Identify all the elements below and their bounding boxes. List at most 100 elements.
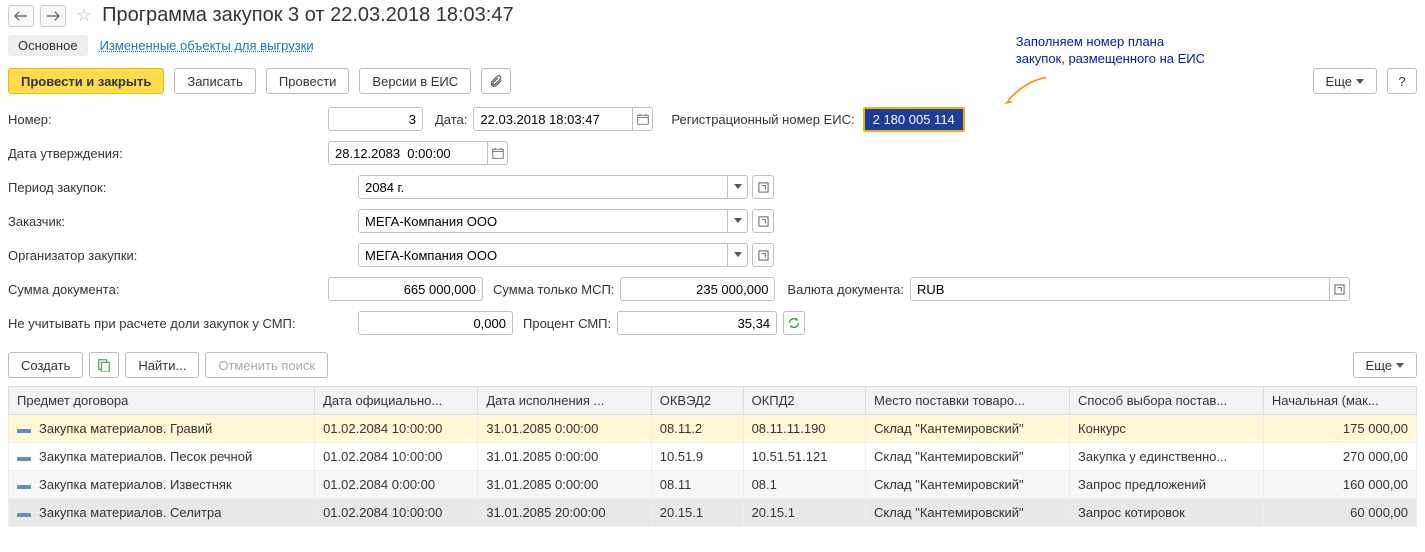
cell-date-exec: 31.01.2085 0:00:00 [478,471,651,499]
cell-date-official: 01.02.2084 10:00:00 [315,415,478,443]
smp-percent-input[interactable] [617,311,777,335]
table-row[interactable]: Закупка материалов. Песок речной01.02.20… [9,443,1417,471]
th-initial-price[interactable]: Начальная (мак... [1263,387,1416,415]
cell-date-exec: 31.01.2085 0:00:00 [478,415,651,443]
table-row[interactable]: Закупка материалов. Известняк 01.02.2084 … [9,471,1417,499]
calendar-icon [492,147,504,159]
date-calendar-button[interactable] [633,107,653,131]
cell-price: 175 000,00 [1263,415,1416,443]
reg-eis-value[interactable]: 2 180 005 114 [863,107,965,132]
organizer-open-button[interactable] [752,243,774,267]
cell-method: Конкурс [1070,415,1264,443]
arrow-right-icon [46,10,60,22]
th-subject[interactable]: Предмет договора [9,387,315,415]
period-input[interactable] [358,175,728,199]
doc-sum-input[interactable] [328,277,483,301]
cell-date-official: 01.02.2084 10:00:00 [315,443,478,471]
tab-changed-objects[interactable]: Измененные объекты для выгрузки [100,38,314,53]
currency-open-button[interactable] [1330,277,1350,301]
th-okved2[interactable]: ОКВЭД2 [651,387,743,415]
row-bullet-icon [17,457,31,461]
smp-exclude-label: Не учитывать при расчете доли закупок у … [8,316,358,331]
chevron-down-icon [734,252,742,258]
back-button[interactable] [8,5,34,27]
table-row[interactable]: Закупка материалов. Гравий 01.02.2084 10:… [9,415,1417,443]
customer-dropdown-button[interactable] [728,209,748,233]
date-input[interactable] [473,107,633,131]
customer-open-button[interactable] [752,209,774,233]
number-label: Номер: [8,112,328,127]
post-button[interactable]: Провести [266,68,350,94]
organizer-label: Организатор закупки: [8,248,358,263]
cell-place: Склад "Кантемировский" [865,471,1069,499]
customer-label: Заказчик: [8,214,358,229]
row-bullet-icon [17,513,31,517]
period-label: Период закупок: [8,180,358,195]
cell-price: 160 000,00 [1263,471,1416,499]
cancel-search-button: Отменить поиск [205,352,328,378]
cell-subject: Закупка материалов. Селитра [39,505,221,520]
open-icon [758,182,769,193]
row-bullet-icon [17,485,31,489]
save-button[interactable]: Записать [174,68,256,94]
smp-refresh-button[interactable] [783,311,805,335]
period-dropdown-button[interactable] [728,175,748,199]
calendar-icon [637,113,649,125]
create-button[interactable]: Создать [8,352,83,378]
organizer-input[interactable] [358,243,728,267]
th-place[interactable]: Место поставки товаро... [865,387,1069,415]
cell-place: Склад "Кантемировский" [865,415,1069,443]
cell-subject: Закупка материалов. Известняк [39,477,232,492]
favorite-icon[interactable]: ☆ [76,5,92,26]
period-open-button[interactable] [752,175,774,199]
toolbar-more-button[interactable]: Еще [1313,68,1377,94]
cell-okpd2: 08.11.11.190 [743,415,865,443]
th-date-exec[interactable]: Дата исполнения ... [478,387,651,415]
copy-icon [97,358,111,372]
post-and-close-button[interactable]: Провести и закрыть [8,68,164,94]
tab-main[interactable]: Основное [8,35,88,56]
cell-method: Запрос котировок [1070,499,1264,527]
help-button[interactable]: ? [1387,68,1417,94]
purchases-table: Предмет договора Дата официально... Дата… [8,386,1417,527]
cell-place: Склад "Кантемировский" [865,499,1069,527]
versions-eis-button[interactable]: Версии в ЕИС [359,68,471,94]
table-row[interactable]: Закупка материалов. Селитра 01.02.2084 10… [9,499,1417,527]
date-label: Дата: [435,112,467,127]
approval-date-calendar-button[interactable] [488,141,508,165]
number-input[interactable] [328,107,423,131]
forward-button[interactable] [40,5,66,27]
cell-okved2: 08.11 [651,471,743,499]
cell-price: 60 000,00 [1263,499,1416,527]
open-icon [1334,284,1345,295]
smp-exclude-input[interactable] [358,311,513,335]
open-icon [758,250,769,261]
copy-button[interactable] [89,352,119,378]
customer-input[interactable] [358,209,728,233]
chevron-down-icon [734,184,742,190]
page-title: Программа закупок 3 от 22.03.2018 18:03:… [102,4,513,27]
th-okpd2[interactable]: ОКПД2 [743,387,865,415]
cell-date-official: 01.02.2084 10:00:00 [315,499,478,527]
currency-label: Валюта документа: [787,282,904,297]
cell-okved2: 20.15.1 [651,499,743,527]
msp-sum-input[interactable] [620,277,775,301]
reg-eis-label: Регистрационный номер ЕИС: [671,112,854,127]
organizer-dropdown-button[interactable] [728,243,748,267]
refresh-icon [787,316,801,330]
cell-date-official: 01.02.2084 0:00:00 [315,471,478,499]
cell-date-exec: 31.01.2085 20:00:00 [478,499,651,527]
open-icon [758,216,769,227]
attachments-button[interactable] [481,68,511,94]
smp-percent-label: Процент СМП: [523,316,611,331]
cell-method: Запрос предложений [1070,471,1264,499]
find-button[interactable]: Найти... [125,352,199,378]
cell-method: Закупка у единственно... [1070,443,1264,471]
th-date-official[interactable]: Дата официально... [315,387,478,415]
approval-date-input[interactable] [328,141,488,165]
th-method[interactable]: Способ выбора постав... [1070,387,1264,415]
currency-input[interactable] [910,277,1330,301]
table-more-button[interactable]: Еще [1353,352,1417,378]
cell-subject: Закупка материалов. Гравий [39,421,212,436]
annotation-arrow-icon [1002,74,1050,110]
